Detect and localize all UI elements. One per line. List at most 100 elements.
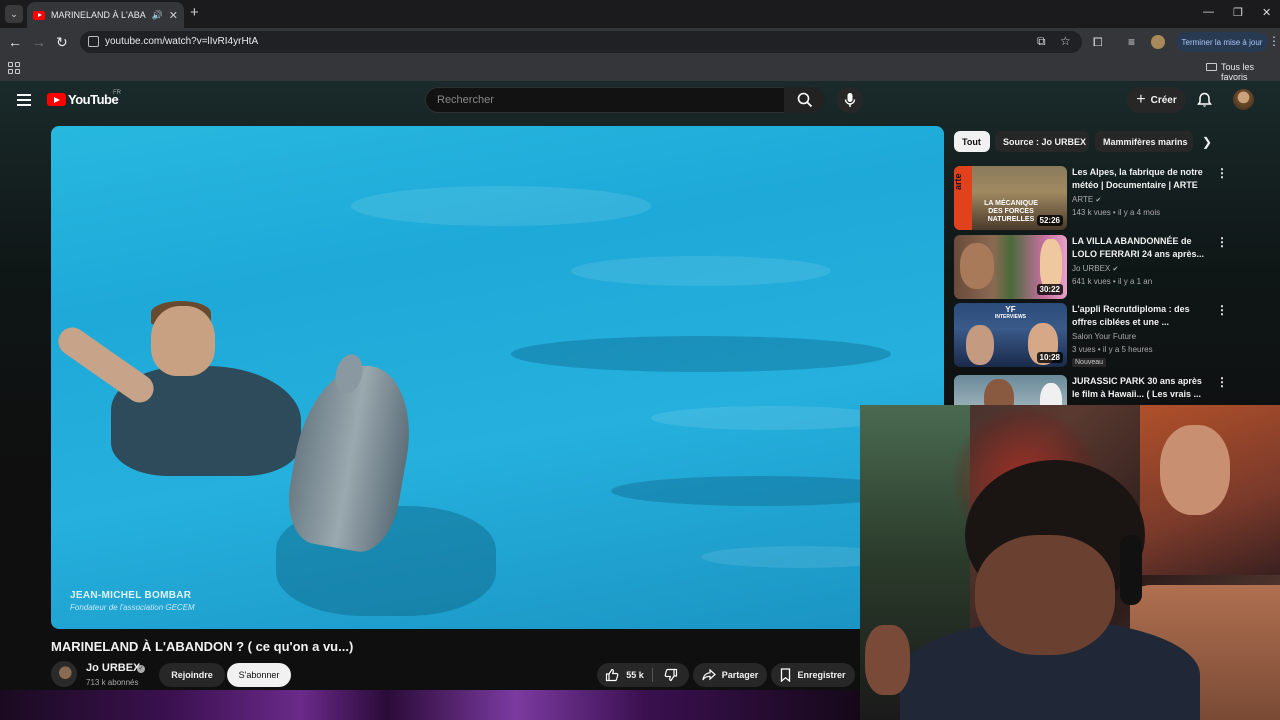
audio-playing-icon[interactable]: 🔊: [152, 10, 163, 21]
thumbs-up-icon: [606, 668, 619, 682]
reading-list-icon[interactable]: ≡: [1128, 35, 1135, 49]
water-ripple: [511, 336, 891, 372]
video-thumbnail[interactable]: [954, 375, 1067, 405]
video-thumbnail[interactable]: 30:22: [954, 235, 1067, 299]
create-button[interactable]: + Créer: [1127, 87, 1186, 113]
like-dislike-group: 55 k: [597, 663, 689, 687]
chevron-right-icon[interactable]: ❯: [1202, 135, 1212, 149]
menu-hamburger-icon[interactable]: [17, 94, 31, 109]
recommended-meta: 641 k vues • il y a 1 an: [1072, 277, 1153, 286]
recommended-title[interactable]: LA VILLA ABANDONNÉE de LOLO FERRARI 24 a…: [1072, 235, 1208, 262]
youtube-logo-text[interactable]: YouTube: [68, 92, 119, 107]
notifications-bell-icon[interactable]: [1197, 92, 1212, 108]
close-tab-icon[interactable]: ✕: [169, 9, 178, 22]
webcam-person-face: [975, 535, 1115, 655]
video-player[interactable]: JEAN-MICHEL BOMBAR Fondateur de l'associ…: [51, 126, 944, 629]
save-label: Enregistrer: [797, 670, 846, 680]
new-badge: Nouveau: [1072, 358, 1107, 367]
webcam-overlay: [860, 405, 1280, 720]
duration-badge: 10:28: [1036, 352, 1063, 363]
dislike-button[interactable]: [653, 663, 689, 687]
tab-search-button[interactable]: ⌄: [5, 5, 23, 23]
address-bar[interactable]: youtube.com/watch?v=lIvRI4yrHtA ⧉ ☆: [80, 31, 1082, 53]
extensions-icon[interactable]: ⧠: [1093, 35, 1103, 50]
more-options-icon[interactable]: ⋮: [1216, 235, 1228, 249]
thumbnail-face: [966, 325, 994, 365]
chip-marine-mammals[interactable]: Mammifères marins: [1095, 131, 1193, 152]
lower-third-role: Fondateur de l'association GECEM: [70, 603, 195, 612]
recommended-title[interactable]: Les Alpes, la fabrique de notre météo | …: [1072, 166, 1208, 192]
youtube-logo-icon[interactable]: [47, 93, 66, 106]
browser-menu-icon[interactable]: ⋮: [1268, 34, 1280, 48]
share-button[interactable]: Partager: [693, 663, 767, 687]
channel-avatar[interactable]: [51, 661, 77, 687]
more-options-icon[interactable]: ⋮: [1216, 375, 1228, 389]
forward-button[interactable]: →: [32, 34, 46, 50]
tab-active[interactable]: MARINELAND À L'ABANDON 🔊 ✕: [27, 2, 184, 28]
subscribe-button[interactable]: S'abonner: [227, 663, 291, 687]
description-banner: [0, 690, 860, 720]
recommended-title[interactable]: JURASSIC PARK 30 ans après le film à Haw…: [1072, 375, 1208, 401]
video-thumbnail[interactable]: arte LA MÉCANIQUE DES FORCES NATURELLES …: [954, 166, 1067, 230]
recommended-channel[interactable]: Jo URBEX ✔: [1072, 264, 1118, 273]
swimmer-arm: [52, 321, 160, 409]
recommended-video[interactable]: 30:22 LA VILLA ABANDONNÉE de LOLO FERRAR…: [954, 235, 1264, 299]
chip-all[interactable]: Tout: [954, 131, 990, 152]
lower-third-name: JEAN-MICHEL BOMBAR: [70, 590, 192, 601]
new-tab-button[interactable]: +: [190, 5, 199, 21]
join-button[interactable]: Rejoindre: [159, 663, 225, 687]
bookmark-star-icon[interactable]: ☆: [1060, 34, 1071, 48]
arte-brand-bar: arte: [954, 166, 972, 230]
save-button[interactable]: Enregistrer: [771, 663, 855, 687]
thumbs-down-icon: [664, 668, 678, 682]
microphone-icon: [844, 93, 856, 107]
all-bookmarks-link[interactable]: Tous les favoris: [1221, 62, 1280, 82]
site-info-icon[interactable]: [88, 36, 99, 47]
recommended-meta: 143 k vues • il y a 4 mois: [1072, 208, 1161, 217]
search-placeholder: Rechercher: [437, 94, 494, 106]
recommended-channel[interactable]: ARTE ✔: [1072, 195, 1101, 204]
webcam-hand: [865, 625, 910, 695]
profile-avatar[interactable]: [1151, 35, 1165, 49]
reload-button[interactable]: ↻: [56, 34, 68, 50]
tab-title: MARINELAND À L'ABANDON: [51, 10, 146, 20]
chip-source-channel[interactable]: Source : Jo URBEX: [995, 131, 1089, 152]
channel-name[interactable]: Jo URBEX: [86, 662, 140, 674]
apps-grid-icon[interactable]: [8, 62, 20, 74]
plus-icon: +: [1136, 91, 1146, 108]
bookmarks-bar: Tous les favoris: [0, 56, 1280, 82]
verified-icon: ✔: [1095, 197, 1102, 204]
update-button[interactable]: Terminer la mise à jour: [1176, 32, 1268, 52]
maximize-button[interactable]: ❐: [1233, 6, 1243, 19]
create-label: Créer: [1150, 94, 1177, 106]
search-button[interactable]: [784, 87, 825, 113]
like-button[interactable]: 55 k: [597, 663, 652, 687]
recommended-title[interactable]: L'appli Recrutdiploma : des offres ciblé…: [1072, 303, 1208, 329]
recommended-video[interactable]: arte LA MÉCANIQUE DES FORCES NATURELLES …: [954, 166, 1264, 230]
arte-logo: arte: [954, 173, 963, 190]
account-avatar[interactable]: [1233, 89, 1254, 110]
minimize-button[interactable]: —: [1203, 6, 1214, 18]
back-button[interactable]: ←: [8, 34, 22, 50]
more-options-icon[interactable]: ⋮: [1216, 303, 1228, 317]
search-icon: [797, 92, 812, 108]
recommended-video[interactable]: JURASSIC PARK 30 ans après le film à Haw…: [954, 375, 1264, 405]
search-input[interactable]: Rechercher: [425, 87, 785, 113]
youtube-favicon-icon: [33, 10, 45, 20]
duration-badge: 52:26: [1036, 215, 1063, 226]
webcam-poster-face: [1160, 425, 1230, 515]
channel-label: ARTE: [1072, 195, 1094, 204]
video-thumbnail[interactable]: YF INTERVIEWS 10:28: [954, 303, 1067, 367]
subscriber-count: 713 k abonnés: [86, 678, 139, 687]
recommended-channel[interactable]: Salon Your Future: [1072, 332, 1136, 341]
close-window-button[interactable]: ✕: [1262, 6, 1271, 19]
recommended-video[interactable]: YF INTERVIEWS 10:28 L'appli Recrutdiplom…: [954, 303, 1264, 367]
swimmer-head: [151, 306, 215, 376]
tab-strip: ⌄ MARINELAND À L'ABANDON 🔊 ✕ + — ❐ ✕: [0, 0, 1280, 28]
voice-search-button[interactable]: [837, 87, 863, 113]
verified-icon: ✓: [137, 665, 145, 673]
more-options-icon[interactable]: ⋮: [1216, 166, 1228, 180]
like-count: 55 k: [626, 670, 644, 680]
install-app-icon[interactable]: ⧉: [1037, 34, 1046, 49]
water-ripple: [651, 406, 891, 430]
